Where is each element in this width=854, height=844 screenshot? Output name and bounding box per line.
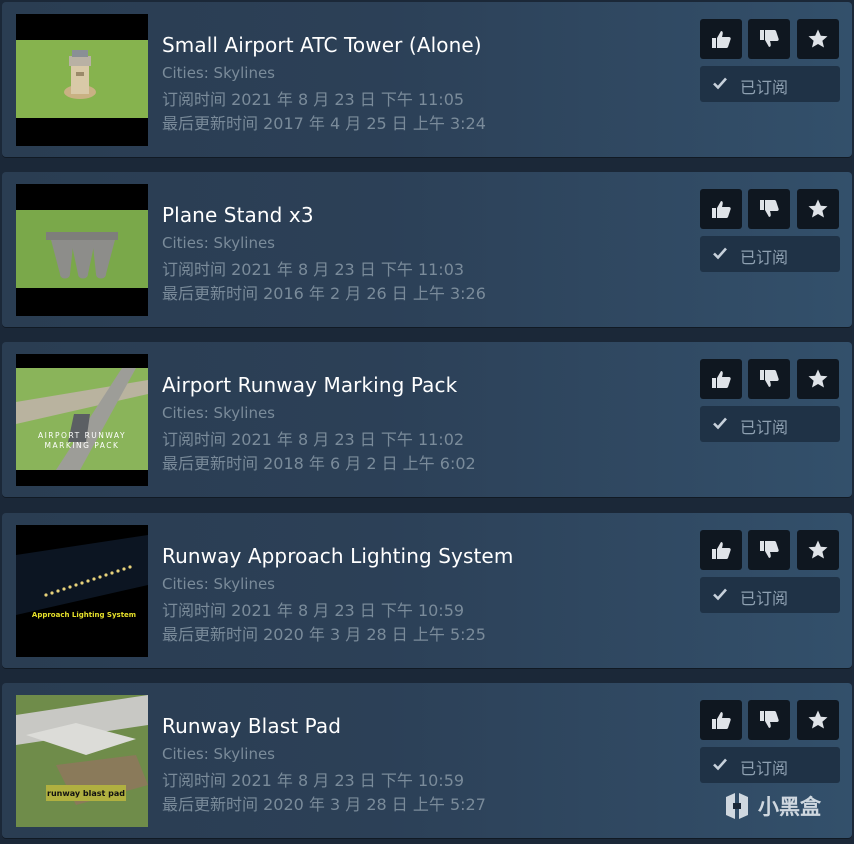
thumb-caption: Approach Lighting System bbox=[32, 611, 136, 619]
subscribed-label: 已订阅 bbox=[740, 418, 789, 437]
favorite-button[interactable] bbox=[797, 19, 839, 59]
upvote-button[interactable] bbox=[700, 19, 742, 59]
star-icon bbox=[808, 29, 828, 48]
subscribed-label: 已订阅 bbox=[740, 759, 789, 778]
thumbs-up-icon bbox=[712, 371, 731, 388]
item-updated-time: 最后更新时间 2020 年 3 月 28 日 上午 5:27 bbox=[162, 795, 486, 814]
subscribed-button[interactable]: 已订阅 bbox=[700, 236, 840, 272]
item-thumbnail[interactable] bbox=[16, 184, 148, 316]
downvote-button[interactable] bbox=[748, 700, 790, 740]
item-updated-time: 最后更新时间 2020 年 3 月 28 日 上午 5:25 bbox=[162, 625, 486, 644]
thumbs-down-icon bbox=[760, 541, 779, 558]
downvote-button[interactable] bbox=[748, 189, 790, 229]
item-game[interactable]: Cities: Skylines bbox=[162, 64, 275, 82]
favorite-button[interactable] bbox=[797, 530, 839, 570]
item-title[interactable]: Plane Stand x3 bbox=[162, 203, 314, 227]
favorite-button[interactable] bbox=[797, 189, 839, 229]
item-thumbnail[interactable]: AIRPORT RUNWAY MARKING PACK bbox=[16, 354, 148, 486]
item-subscribed-time: 订阅时间 2021 年 8 月 23 日 下午 10:59 bbox=[162, 771, 465, 790]
watermark-text: 小黑盒 bbox=[758, 795, 821, 819]
thumbs-down-icon bbox=[760, 711, 779, 728]
item-updated-time: 最后更新时间 2016 年 2 月 26 日 上午 3:26 bbox=[162, 284, 486, 303]
xiaoheihe-watermark: 小黑盒 bbox=[722, 786, 821, 826]
checkmark-icon bbox=[713, 417, 727, 430]
approach-lighting-preview: Approach Lighting System bbox=[16, 525, 148, 657]
thumbs-down-icon bbox=[760, 30, 779, 47]
star-icon bbox=[808, 710, 828, 729]
runway-marking-preview: AIRPORT RUNWAY MARKING PACK bbox=[16, 354, 148, 486]
star-icon bbox=[808, 369, 828, 388]
plane-stand-preview bbox=[16, 184, 148, 316]
item-thumbnail[interactable] bbox=[16, 14, 148, 146]
thumbs-up-icon bbox=[712, 31, 731, 48]
item-title[interactable]: Runway Blast Pad bbox=[162, 714, 341, 738]
item-game[interactable]: Cities: Skylines bbox=[162, 234, 275, 252]
item-updated-time: 最后更新时间 2017 年 4 月 25 日 上午 3:24 bbox=[162, 114, 486, 133]
item-thumbnail[interactable]: runway blast pad bbox=[16, 695, 148, 827]
thumbs-up-icon bbox=[712, 201, 731, 218]
item-subscribed-time: 订阅时间 2021 年 8 月 23 日 下午 10:59 bbox=[162, 601, 465, 620]
checkmark-icon bbox=[713, 77, 727, 90]
checkmark-icon bbox=[713, 588, 727, 601]
star-icon bbox=[808, 540, 828, 559]
downvote-button[interactable] bbox=[748, 19, 790, 59]
star-icon bbox=[808, 199, 828, 218]
item-title[interactable]: Small Airport ATC Tower (Alone) bbox=[162, 33, 482, 57]
thumb-caption: runway blast pad bbox=[47, 789, 125, 798]
thumb-caption: AIRPORT RUNWAY bbox=[38, 431, 126, 440]
subscribed-button[interactable]: 已订阅 bbox=[700, 406, 840, 442]
item-subscribed-time: 订阅时间 2021 年 8 月 23 日 下午 11:02 bbox=[162, 430, 465, 449]
upvote-button[interactable] bbox=[700, 189, 742, 229]
subscribed-button[interactable]: 已订阅 bbox=[700, 747, 840, 783]
workshop-subscription-list: Small Airport ATC Tower (Alone) Cities: … bbox=[0, 0, 854, 844]
blast-pad-preview: runway blast pad bbox=[16, 695, 148, 827]
item-subscribed-time: 订阅时间 2021 年 8 月 23 日 下午 11:05 bbox=[162, 90, 465, 109]
atc-tower-preview bbox=[16, 14, 148, 146]
thumbs-down-icon bbox=[760, 370, 779, 387]
favorite-button[interactable] bbox=[797, 359, 839, 399]
downvote-button[interactable] bbox=[748, 530, 790, 570]
workshop-item: Approach Lighting System Runway Approach… bbox=[2, 513, 852, 668]
upvote-button[interactable] bbox=[700, 359, 742, 399]
downvote-button[interactable] bbox=[748, 359, 790, 399]
item-subscribed-time: 订阅时间 2021 年 8 月 23 日 下午 11:03 bbox=[162, 260, 465, 279]
item-game[interactable]: Cities: Skylines bbox=[162, 745, 275, 763]
subscribed-label: 已订阅 bbox=[740, 589, 789, 608]
thumb-caption: MARKING PACK bbox=[45, 441, 120, 450]
upvote-button[interactable] bbox=[700, 530, 742, 570]
item-thumbnail[interactable]: Approach Lighting System bbox=[16, 525, 148, 657]
workshop-item: Small Airport ATC Tower (Alone) Cities: … bbox=[2, 2, 852, 157]
subscribed-label: 已订阅 bbox=[740, 78, 789, 97]
thumbs-up-icon bbox=[712, 712, 731, 729]
item-title[interactable]: Airport Runway Marking Pack bbox=[162, 373, 457, 397]
item-title[interactable]: Runway Approach Lighting System bbox=[162, 544, 513, 568]
subscribed-label: 已订阅 bbox=[740, 248, 789, 267]
subscribed-button[interactable]: 已订阅 bbox=[700, 577, 840, 613]
checkmark-icon bbox=[713, 247, 727, 260]
workshop-item: AIRPORT RUNWAY MARKING PACK Airport Runw… bbox=[2, 342, 852, 497]
upvote-button[interactable] bbox=[700, 700, 742, 740]
subscribed-button[interactable]: 已订阅 bbox=[700, 66, 840, 102]
item-game[interactable]: Cities: Skylines bbox=[162, 404, 275, 422]
thumbs-up-icon bbox=[712, 542, 731, 559]
item-game[interactable]: Cities: Skylines bbox=[162, 575, 275, 593]
workshop-item: Plane Stand x3 Cities: Skylines 订阅时间 202… bbox=[2, 172, 852, 327]
favorite-button[interactable] bbox=[797, 700, 839, 740]
item-updated-time: 最后更新时间 2018 年 6 月 2 日 上午 6:02 bbox=[162, 454, 476, 473]
thumbs-down-icon bbox=[760, 200, 779, 217]
xiaoheihe-logo-icon bbox=[726, 793, 748, 819]
checkmark-icon bbox=[713, 758, 727, 771]
